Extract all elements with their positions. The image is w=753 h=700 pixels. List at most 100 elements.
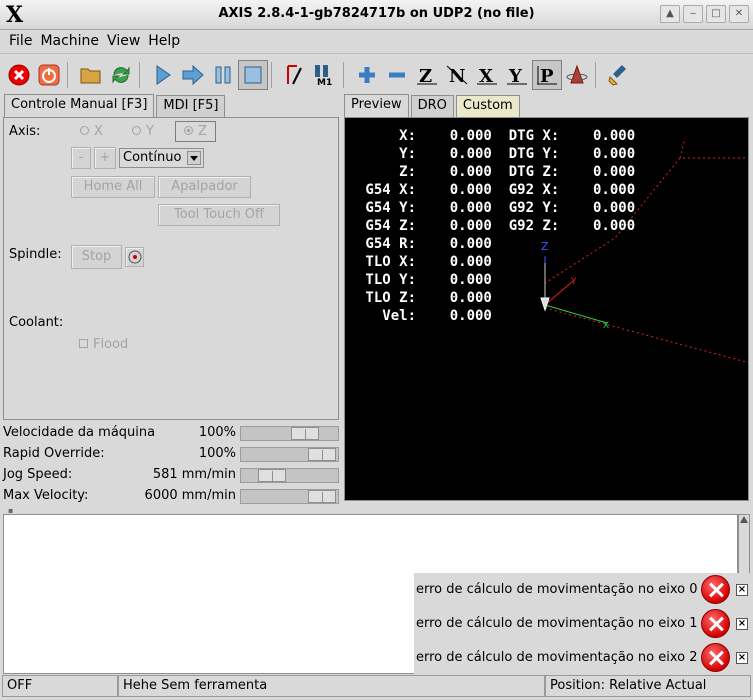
scroll-up-icon[interactable]	[740, 516, 748, 523]
menu-view[interactable]: View	[103, 30, 144, 53]
slider-row: Velocidade da máquina 100%	[3, 423, 339, 444]
slider-value: 100%	[198, 425, 236, 440]
jog-speed-slider[interactable]	[240, 468, 339, 483]
dro-line: G54 Y: 0.000 G92 Y: 0.000	[357, 200, 636, 216]
power-button[interactable]	[34, 60, 64, 90]
axis-radio-x[interactable]: X	[80, 124, 103, 139]
view-z-button[interactable]: Z	[412, 60, 442, 90]
open-file-button[interactable]	[76, 60, 106, 90]
error-icon	[701, 575, 730, 604]
slider-row: Max Velocity: 6000 mm/min	[3, 486, 339, 507]
svg-text:M1: M1	[317, 78, 332, 87]
reload-icon	[112, 66, 130, 84]
reload-button[interactable]	[106, 60, 136, 90]
dro-overlay: X: 0.000 DTG X: 0.000 Y: 0.000 DTG Y: 0.…	[357, 128, 635, 326]
dro-line: Y: 0.000 DTG Y: 0.000	[357, 146, 636, 162]
window-close-button[interactable]: ✕	[729, 5, 749, 23]
slider-thumb[interactable]	[308, 490, 336, 503]
step-button[interactable]	[178, 60, 208, 90]
menu-machine[interactable]: Machine	[36, 30, 103, 53]
error-notification: erro de cálculo de movimentação no eixo …	[414, 573, 750, 607]
view-x-button[interactable]: X	[472, 60, 502, 90]
tab-mdi[interactable]: MDI [F5]	[156, 95, 226, 117]
feed-override-slider[interactable]	[240, 426, 339, 441]
toolbar-separator	[139, 62, 145, 88]
right-tabs: Preview DRO Custom	[344, 94, 522, 117]
axis-radio-z[interactable]: Z	[175, 121, 216, 142]
dro-line: X: 0.000 DTG X: 0.000	[357, 128, 636, 144]
slider-label: Jog Speed:	[3, 467, 73, 482]
window-maximize-button[interactable]: □	[706, 5, 726, 23]
slider-label: Velocidade da máquina	[3, 425, 156, 440]
dro-line: G54 R: 0.000	[357, 236, 492, 252]
view-p-button[interactable]: P	[532, 60, 562, 90]
notifications: erro de cálculo de movimentação no eixo …	[414, 573, 750, 675]
apalpador-button[interactable]: Apalpador	[158, 176, 251, 198]
jog-minus-button[interactable]: -	[71, 147, 91, 169]
optional-stop-button[interactable]: M1	[310, 60, 340, 90]
window-up-button[interactable]: ▲	[660, 5, 680, 23]
notification-close-button[interactable]: ×	[736, 584, 748, 596]
stop-button[interactable]	[238, 60, 268, 90]
axis-label: Axis:	[9, 124, 41, 139]
estop-button[interactable]	[4, 60, 34, 90]
jog-mode-select[interactable]: Contínuo	[119, 148, 204, 168]
view-z-icon: Z	[417, 66, 437, 87]
brake-icon	[128, 250, 141, 264]
pause-button[interactable]	[208, 60, 238, 90]
spindle-brake-button[interactable]	[125, 247, 144, 267]
rotate-view-button[interactable]	[562, 60, 592, 90]
dro-line: Vel: 0.000	[357, 308, 492, 324]
clear-plot-button[interactable]	[604, 60, 634, 90]
view-z2-button[interactable]: N	[442, 60, 472, 90]
slider-thumb[interactable]	[258, 469, 286, 482]
status-position: Position: Relative Actual	[545, 675, 751, 697]
spindle-stop-button[interactable]: Stop	[71, 245, 122, 269]
window-minimize-button[interactable]: ‒	[683, 5, 703, 23]
tab-preview[interactable]: Preview	[344, 94, 409, 117]
menu-file[interactable]: File	[5, 30, 36, 53]
zoom-out-button[interactable]	[382, 60, 412, 90]
flood-checkbox[interactable]: Flood	[79, 337, 128, 352]
tool-touch-off-button[interactable]: Tool Touch Off	[158, 204, 280, 226]
block-delete-button[interactable]	[280, 60, 310, 90]
zoom-in-button[interactable]	[352, 60, 382, 90]
run-button[interactable]	[148, 60, 178, 90]
clear-plot-icon	[608, 65, 626, 86]
preview-canvas[interactable]: Z X Y X: 0.000 DTG X: 0.000 Y: 0.000 DTG…	[344, 117, 749, 501]
tab-controle-manual[interactable]: Controle Manual [F3]	[4, 94, 155, 117]
limit-box-line	[679, 137, 686, 159]
view-y-button[interactable]: Y	[502, 60, 532, 90]
status-machine-state: OFF	[2, 675, 118, 697]
spindle-label: Spindle:	[9, 247, 62, 262]
manual-control-panel: Axis: X Y Z - + Contínuo Home All Apalpa…	[3, 117, 339, 420]
override-sliders: Velocidade da máquina 100% Rapid Overrid…	[3, 423, 339, 507]
toolbar-separator	[67, 62, 73, 88]
axis-radio-y[interactable]: Y	[132, 124, 154, 139]
home-all-button[interactable]: Home All	[71, 176, 155, 198]
jog-mode-value: Contínuo	[123, 150, 182, 165]
view-x-icon: X	[477, 66, 497, 87]
dro-line: Z: 0.000 DTG Z: 0.000	[357, 164, 636, 180]
jog-plus-button[interactable]: +	[94, 147, 116, 169]
view-y-icon: Y	[507, 66, 527, 87]
coolant-label: Coolant:	[9, 315, 64, 330]
menu-help[interactable]: Help	[144, 30, 184, 53]
step-icon	[182, 64, 204, 86]
tab-dro[interactable]: DRO	[410, 95, 454, 117]
rapid-override-slider[interactable]	[240, 447, 339, 462]
notification-close-button[interactable]: ×	[736, 618, 748, 630]
toolbar-separator	[595, 62, 601, 88]
notification-close-button[interactable]: ×	[736, 652, 748, 664]
status-tool: Hehe Sem ferramenta	[118, 675, 545, 697]
tab-custom[interactable]: Custom	[455, 95, 520, 117]
slider-thumb[interactable]	[291, 427, 319, 440]
error-icon	[701, 609, 730, 638]
max-velocity-slider[interactable]	[240, 489, 339, 504]
chevron-down-icon	[187, 151, 201, 165]
dro-line: TLO Y: 0.000	[357, 272, 492, 288]
slider-row: Jog Speed: 581 mm/min	[3, 465, 339, 486]
error-icon	[701, 643, 730, 672]
dro-line: G54 X: 0.000 G92 X: 0.000	[357, 182, 636, 198]
slider-thumb[interactable]	[308, 448, 336, 461]
